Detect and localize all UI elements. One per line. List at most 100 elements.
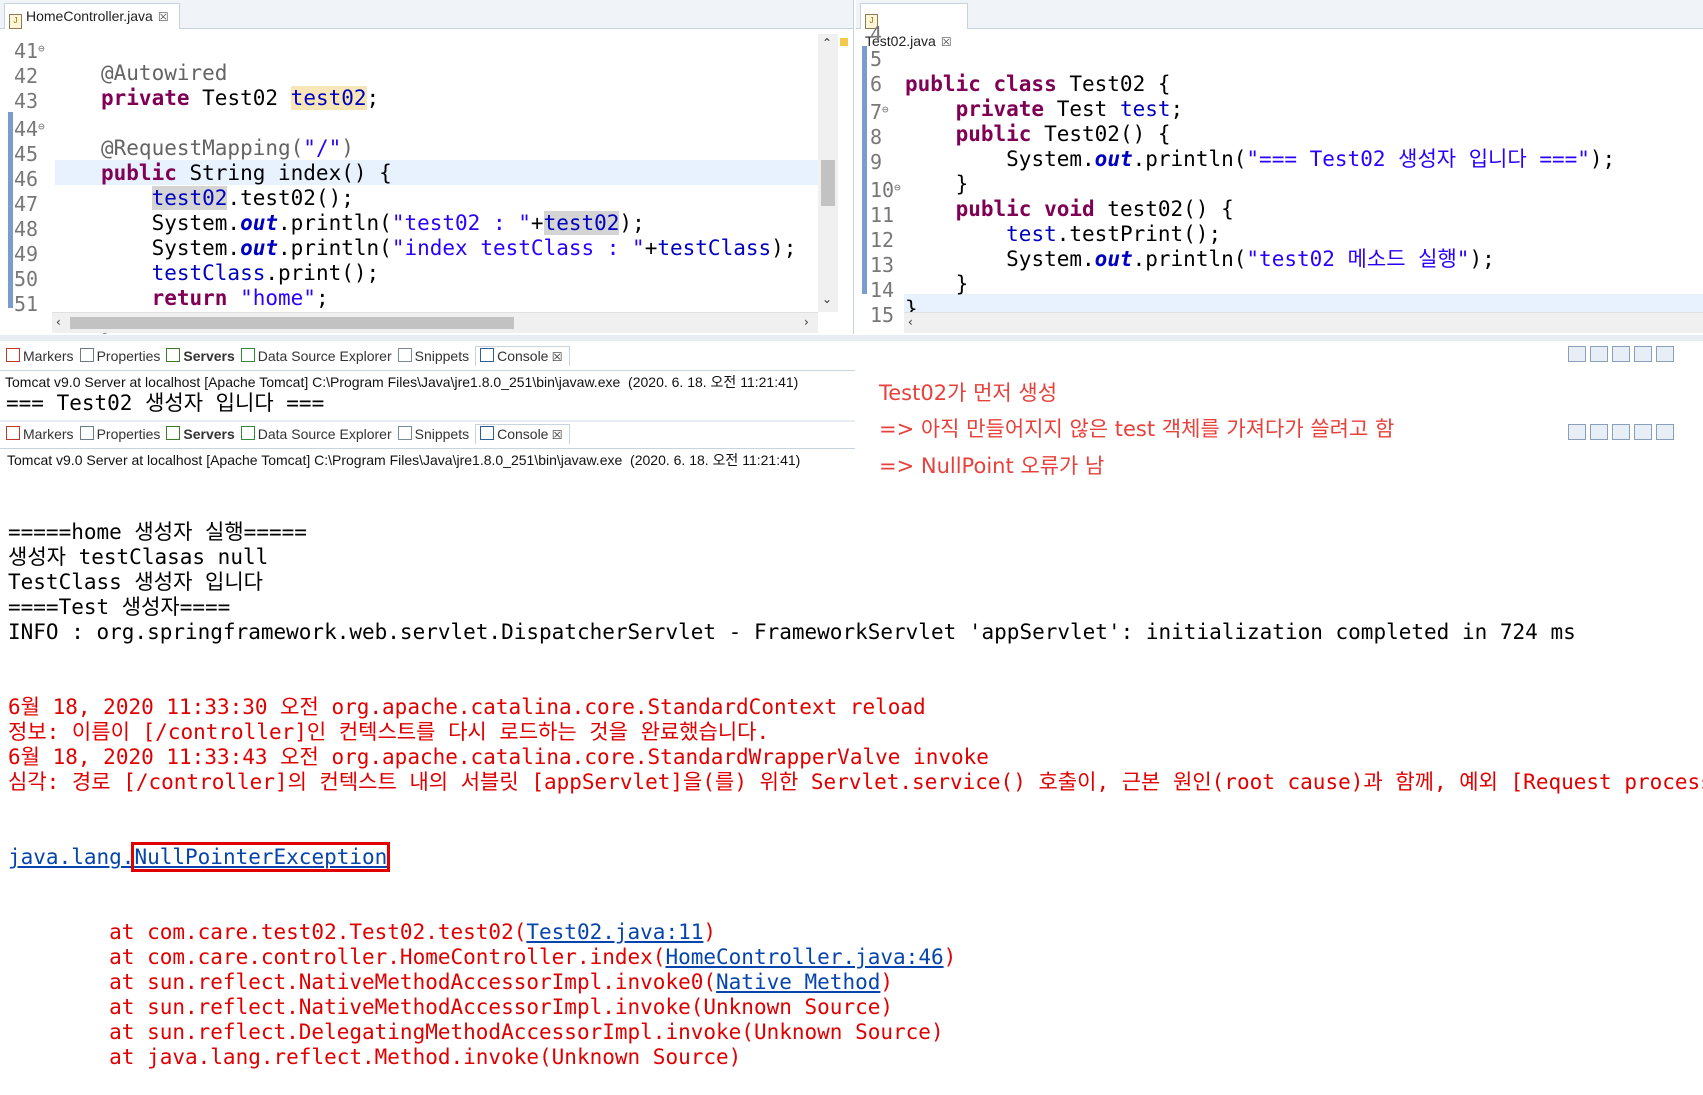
fold-collapse-icon[interactable]: ⊖: [882, 103, 889, 116]
scroll-lock-icon[interactable]: [1590, 346, 1608, 362]
code-area[interactable]: @Autowired private Test02 test02; @Reques…: [101, 36, 796, 386]
fold-collapse-icon[interactable]: ⊖: [38, 120, 45, 133]
line-number: 6: [870, 72, 883, 96]
fold-collapse-icon[interactable]: ⊖: [38, 42, 45, 55]
view-tab-label: Markers: [23, 348, 74, 364]
servers-icon: [166, 348, 181, 362]
close-icon[interactable]: ☒: [548, 428, 563, 442]
close-icon[interactable]: ☒: [158, 10, 169, 24]
close-icon[interactable]: ☒: [548, 350, 563, 364]
scroll-lock-icon[interactable]: [1590, 424, 1608, 440]
console-toolbar: [1568, 424, 1703, 444]
view-tab-label: Servers: [183, 348, 235, 364]
view-tab-label: Properties: [96, 426, 161, 442]
view-tab-console[interactable]: Console ☒: [475, 346, 570, 366]
view-tab-servers[interactable]: Servers: [166, 426, 235, 442]
console-line: TestClass 생성자 입니다: [8, 570, 263, 594]
code-line-41: @Autowired: [101, 61, 228, 85]
display-console-icon[interactable]: [1656, 346, 1674, 362]
stack-frame: at com.care.controller.HomeController.in…: [8, 945, 957, 969]
fold-collapse-icon[interactable]: ⊖: [894, 181, 901, 194]
exception-name-link[interactable]: NullPointerException: [131, 842, 391, 872]
bottom-console-output[interactable]: =====home 생성자 실행===== 생성자 testClasas null…: [8, 470, 1703, 1095]
code-line-5: public class Test02 {: [905, 72, 1171, 96]
line-number: 4: [870, 22, 883, 46]
horizontal-scrollbar[interactable]: ‹ ›: [52, 312, 818, 333]
code-line-10: public void test02() {: [955, 197, 1234, 221]
word-wrap-icon[interactable]: [1612, 424, 1630, 440]
code-line-6: private Test test;: [955, 97, 1184, 121]
code-line-46: test02.test02();: [151, 186, 354, 210]
view-tab-markers[interactable]: Markers: [6, 348, 74, 364]
annotation-line: => 아직 만들어지지 않은 test 객체를 가져다가 쓸려고 함: [879, 417, 1395, 441]
scroll-left-arrow-icon[interactable]: ‹: [56, 315, 61, 329]
view-tab-properties[interactable]: Properties: [79, 348, 160, 364]
console-error-line: 정보: 이름이 [/controller]인 컨텍스트를 다시 로드하는 것을 …: [8, 720, 770, 744]
source-link[interactable]: HomeController.java:46: [665, 945, 943, 969]
view-tab-properties[interactable]: Properties: [79, 426, 161, 442]
line-number: 10⊖: [870, 178, 901, 202]
line-number: 5: [870, 47, 883, 71]
right-editor: JTest02.java ☒ 4 5 6 7⊖ 8 9 10⊖ 11 12 13 14 15 publi…: [856, 0, 1703, 334]
stack-frame: at java.lang.reflect.Method.invoke(Unkno…: [8, 1045, 742, 1069]
view-tab-console[interactable]: Console ☒: [475, 424, 570, 444]
console-info-lines: =====home 생성자 실행===== 생성자 testClasas null…: [8, 520, 1703, 645]
console-line: ====Test 생성자====: [8, 595, 231, 619]
pin-console-icon[interactable]: [1634, 424, 1652, 440]
line-number: 11: [870, 203, 895, 227]
clear-console-icon[interactable]: [1568, 424, 1586, 440]
stack-frame: at sun.reflect.NativeMethodAccessorImpl.…: [8, 970, 894, 994]
markers-icon: [6, 348, 20, 362]
view-tab-label: Data Source Explorer: [257, 348, 392, 364]
scroll-up-arrow-icon[interactable]: ⌃: [822, 36, 832, 50]
top-console-status: Tomcat v9.0 Server at localhost [Apache …: [5, 374, 799, 390]
source-link[interactable]: Test02.java:11: [526, 920, 703, 944]
change-ruler-marker: [862, 46, 867, 294]
line-number: 7⊖: [870, 100, 889, 124]
line-number: 8: [870, 125, 883, 149]
horizontal-scrollbar[interactable]: ‹: [904, 312, 1703, 333]
view-tab-label: Snippets: [414, 426, 470, 442]
tab-homecontroller[interactable]: J HomeController.java ☒: [4, 3, 180, 29]
data-source-explorer-icon: [240, 348, 255, 362]
scroll-down-arrow-icon[interactable]: ⌄: [822, 292, 832, 306]
view-tab-data-source-explorer[interactable]: Data Source Explorer: [240, 348, 392, 364]
view-separator: [0, 420, 930, 422]
view-tab-snippets[interactable]: Snippets: [397, 348, 469, 364]
source-link[interactable]: Native Method: [716, 970, 880, 994]
line-number: 41⊖: [14, 39, 45, 63]
change-ruler-marker: [8, 112, 13, 308]
view-tab-label: Console: [497, 348, 549, 364]
pin-console-icon[interactable]: [1634, 346, 1652, 362]
code-line-7: public Test02() {: [955, 122, 1171, 146]
code-line-45: public String index() {: [101, 161, 392, 185]
clear-console-icon[interactable]: [1568, 346, 1586, 362]
scroll-right-arrow-icon[interactable]: ›: [804, 315, 809, 329]
line-number: 9: [870, 150, 883, 174]
line-number: 48: [14, 217, 39, 241]
left-editor: J HomeController.java ☒ 41⊖ 42 43 44⊖ 45 46 47 48…: [0, 0, 854, 335]
properties-icon: [79, 426, 94, 440]
vertical-scrollbar[interactable]: ⌃ ⌄: [818, 34, 838, 312]
view-tab-servers[interactable]: Servers: [166, 348, 235, 364]
console-icon: [480, 348, 495, 362]
view-tab-data-source-explorer[interactable]: Data Source Explorer: [240, 426, 392, 442]
left-editor-tabbar: J HomeController.java ☒: [0, 0, 853, 29]
data-source-explorer-icon: [240, 426, 255, 440]
code-line-12: System.out.println("test02 메소드 실행");: [1006, 247, 1495, 271]
word-wrap-icon[interactable]: [1612, 346, 1630, 362]
exception-package-link[interactable]: java.lang.: [8, 845, 134, 869]
console-toolbar: [1568, 346, 1703, 366]
scrollbar-thumb[interactable]: [70, 317, 514, 329]
stack-trace: at com.care.test02.Test02.test02(Test02.…: [8, 920, 1703, 1070]
code-line-42: private Test02 test02;: [101, 86, 380, 110]
view-tab-snippets[interactable]: Snippets: [397, 426, 470, 442]
line-number: 50: [14, 267, 39, 291]
scrollbar-thumb[interactable]: [821, 160, 835, 206]
scroll-left-arrow-icon[interactable]: ‹: [908, 315, 913, 329]
line-number: 51: [14, 292, 39, 316]
view-tab-label: Servers: [183, 426, 235, 442]
view-tab-markers[interactable]: Markers: [6, 426, 74, 442]
display-console-icon[interactable]: [1656, 424, 1674, 440]
